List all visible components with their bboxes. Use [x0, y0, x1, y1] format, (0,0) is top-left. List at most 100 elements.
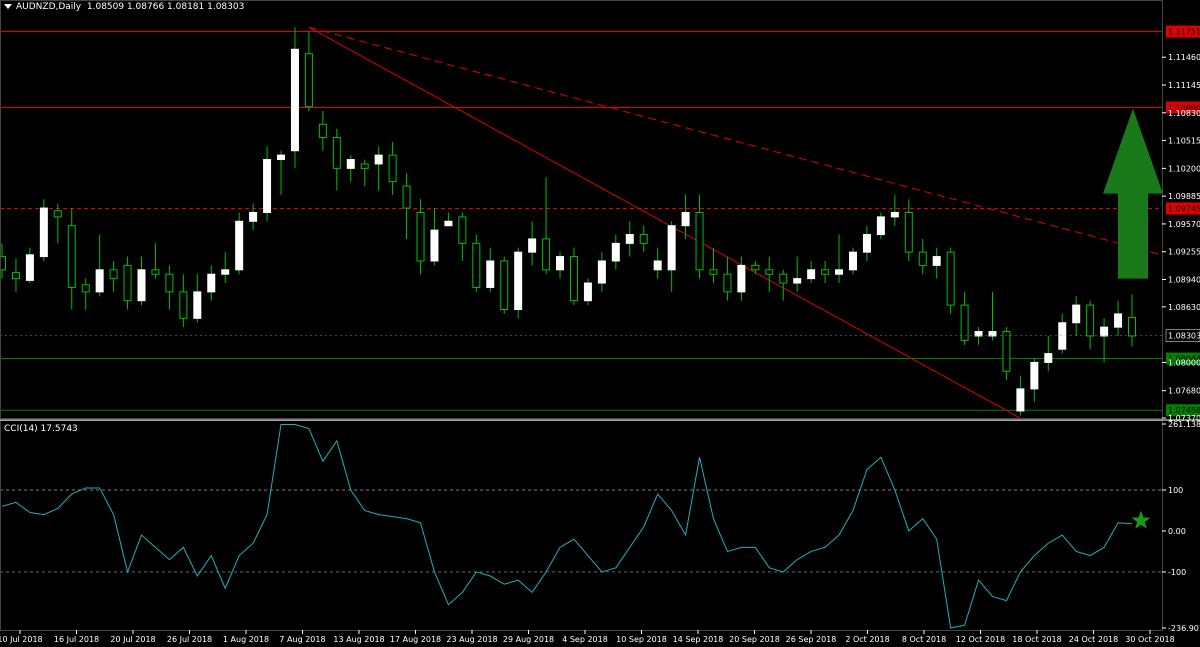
candle-body[interactable] [737, 264, 746, 293]
candle-body[interactable] [556, 256, 565, 271]
candle-body[interactable] [932, 256, 941, 266]
candle-body[interactable] [1058, 322, 1067, 350]
date-tick-label: 16 Jul 2018 [54, 635, 99, 644]
candle-body[interactable] [179, 291, 188, 319]
date-tick-label: 1 Aug 2018 [223, 635, 269, 644]
candle-body[interactable] [709, 269, 718, 275]
candle-body[interactable] [862, 234, 871, 253]
candle-body[interactable] [53, 210, 62, 218]
candle-body[interactable] [695, 211, 704, 271]
candle-body[interactable] [1100, 326, 1109, 337]
candle-body[interactable] [416, 211, 425, 262]
candle-body[interactable] [235, 220, 244, 271]
candle-body[interactable] [625, 234, 634, 244]
candle-body[interactable] [876, 216, 885, 236]
candle-body[interactable] [1114, 313, 1123, 328]
candle-body[interactable] [165, 273, 174, 293]
candle-body[interactable] [39, 207, 48, 258]
candle-body[interactable] [277, 154, 286, 161]
candle-body[interactable] [1044, 353, 1053, 363]
candle-body[interactable] [151, 269, 160, 275]
candle-body[interactable] [569, 256, 578, 302]
candle-body[interactable] [318, 123, 327, 138]
candle-body[interactable] [430, 229, 439, 262]
date-tick-label: 4 Sep 2018 [562, 635, 608, 644]
candle-body[interactable] [95, 269, 104, 293]
candle-body[interactable] [388, 154, 397, 183]
candle-body[interactable] [1086, 304, 1095, 337]
candle-body[interactable] [207, 273, 216, 293]
candle-body[interactable] [25, 254, 34, 281]
candle-body[interactable] [653, 260, 662, 271]
candle-body[interactable] [221, 269, 230, 275]
candle-body[interactable] [639, 234, 648, 244]
candle-body[interactable] [374, 154, 383, 165]
candle-body[interactable] [67, 225, 76, 288]
date-tick-label: 8 Oct 2018 [902, 635, 946, 644]
current-price-label: 1.08303 [1168, 332, 1200, 341]
candle-body[interactable] [332, 136, 341, 169]
candle-body[interactable] [346, 159, 355, 169]
candle-body[interactable] [514, 251, 523, 311]
candle-body[interactable] [290, 48, 299, 152]
candle-body[interactable] [723, 273, 732, 293]
indicator-label: CCI(14) 17.5743 [4, 424, 78, 434]
candle-body[interactable] [765, 269, 774, 275]
candle-body[interactable] [779, 273, 788, 284]
candle-body[interactable] [1002, 331, 1011, 372]
dropdown-triangle-icon[interactable] [4, 4, 12, 9]
chart-canvas[interactable]: 1.117511.108901.097451.080441.074581.083… [0, 0, 1200, 647]
candle-body[interactable] [918, 251, 927, 266]
price-tick-label: 1.08000 [1168, 358, 1200, 367]
candle-body[interactable] [974, 331, 983, 337]
candle-body[interactable] [11, 271, 20, 280]
candle-body[interactable] [1016, 388, 1025, 412]
candle-body[interactable] [444, 220, 453, 227]
candle-body[interactable] [1072, 304, 1081, 324]
candle-body[interactable] [193, 291, 202, 319]
price-tick-label: 1.11145 [1168, 81, 1200, 90]
date-tick-label: 30 Oct 2018 [1125, 635, 1174, 644]
candle-body[interactable] [751, 264, 760, 271]
price-tick-label: 1.08630 [1168, 303, 1200, 312]
candle-body[interactable] [821, 269, 830, 275]
symbol-label: AUDNZD,Daily [16, 2, 82, 12]
candle-body[interactable] [486, 260, 495, 288]
candle-body[interactable] [109, 269, 118, 280]
candle-body[interactable] [681, 211, 690, 227]
candle-body[interactable] [988, 331, 997, 337]
candle-body[interactable] [807, 269, 816, 280]
candle-body[interactable] [1030, 361, 1039, 390]
candle-body[interactable] [611, 242, 620, 262]
candle-body[interactable] [81, 284, 90, 293]
candle-body[interactable] [458, 216, 467, 244]
candle-body[interactable] [960, 304, 969, 341]
candle-body[interactable] [472, 242, 481, 288]
date-tick-label: 29 Aug 2018 [503, 635, 554, 644]
candle-body[interactable] [835, 269, 844, 275]
candle-body[interactable] [946, 251, 955, 306]
candle-body[interactable] [848, 251, 857, 271]
date-tick-label: 13 Aug 2018 [333, 635, 384, 644]
candle-body[interactable] [263, 159, 272, 213]
candle-body[interactable] [583, 282, 592, 302]
candle-body[interactable] [360, 163, 369, 169]
candle-body[interactable] [528, 238, 537, 253]
candle-body[interactable] [249, 211, 258, 222]
date-tick-label: 12 Oct 2018 [956, 635, 1005, 644]
symbol-header: AUDNZD,Daily 1.08509 1.08766 1.08181 1.0… [4, 2, 244, 12]
date-tick-label: 20 Jul 2018 [110, 635, 155, 644]
candle-body[interactable] [890, 211, 899, 218]
candle-body[interactable] [793, 278, 802, 284]
candle-body[interactable] [667, 225, 676, 271]
candle-body[interactable] [597, 260, 606, 284]
candle-body[interactable] [402, 185, 411, 209]
candle-body[interactable] [542, 238, 551, 271]
candle-body[interactable] [137, 269, 146, 302]
candle-body[interactable] [123, 264, 132, 302]
candle-body[interactable] [904, 211, 913, 253]
cci-tick-label: -236.907 [1168, 624, 1200, 633]
candle-body[interactable] [1128, 316, 1136, 337]
candle-body[interactable] [500, 260, 509, 311]
candle-body[interactable] [304, 53, 313, 108]
